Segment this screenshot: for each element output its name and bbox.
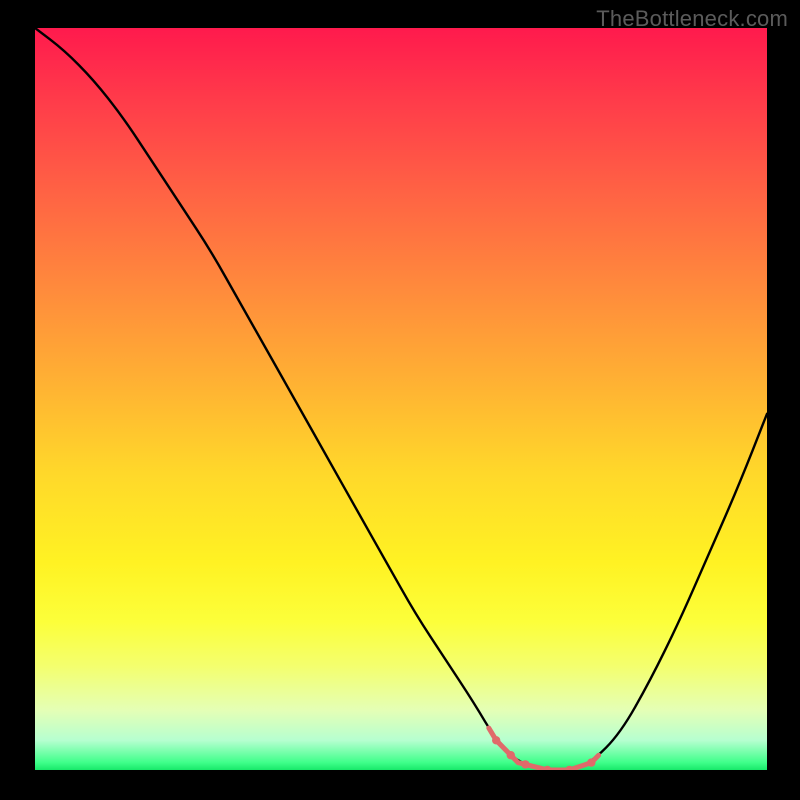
watermark-text: TheBottleneck.com bbox=[596, 6, 788, 32]
curve-highlight bbox=[489, 728, 599, 770]
highlight-dot bbox=[521, 760, 529, 768]
highlight-dot bbox=[543, 766, 551, 770]
bottleneck-curve bbox=[35, 28, 767, 770]
chart-frame: TheBottleneck.com bbox=[0, 0, 800, 800]
highlight-dot bbox=[492, 736, 500, 744]
highlight-dot bbox=[507, 751, 515, 759]
plot-area bbox=[35, 28, 767, 770]
curve-layer bbox=[35, 28, 767, 770]
highlight-dot bbox=[587, 758, 595, 766]
